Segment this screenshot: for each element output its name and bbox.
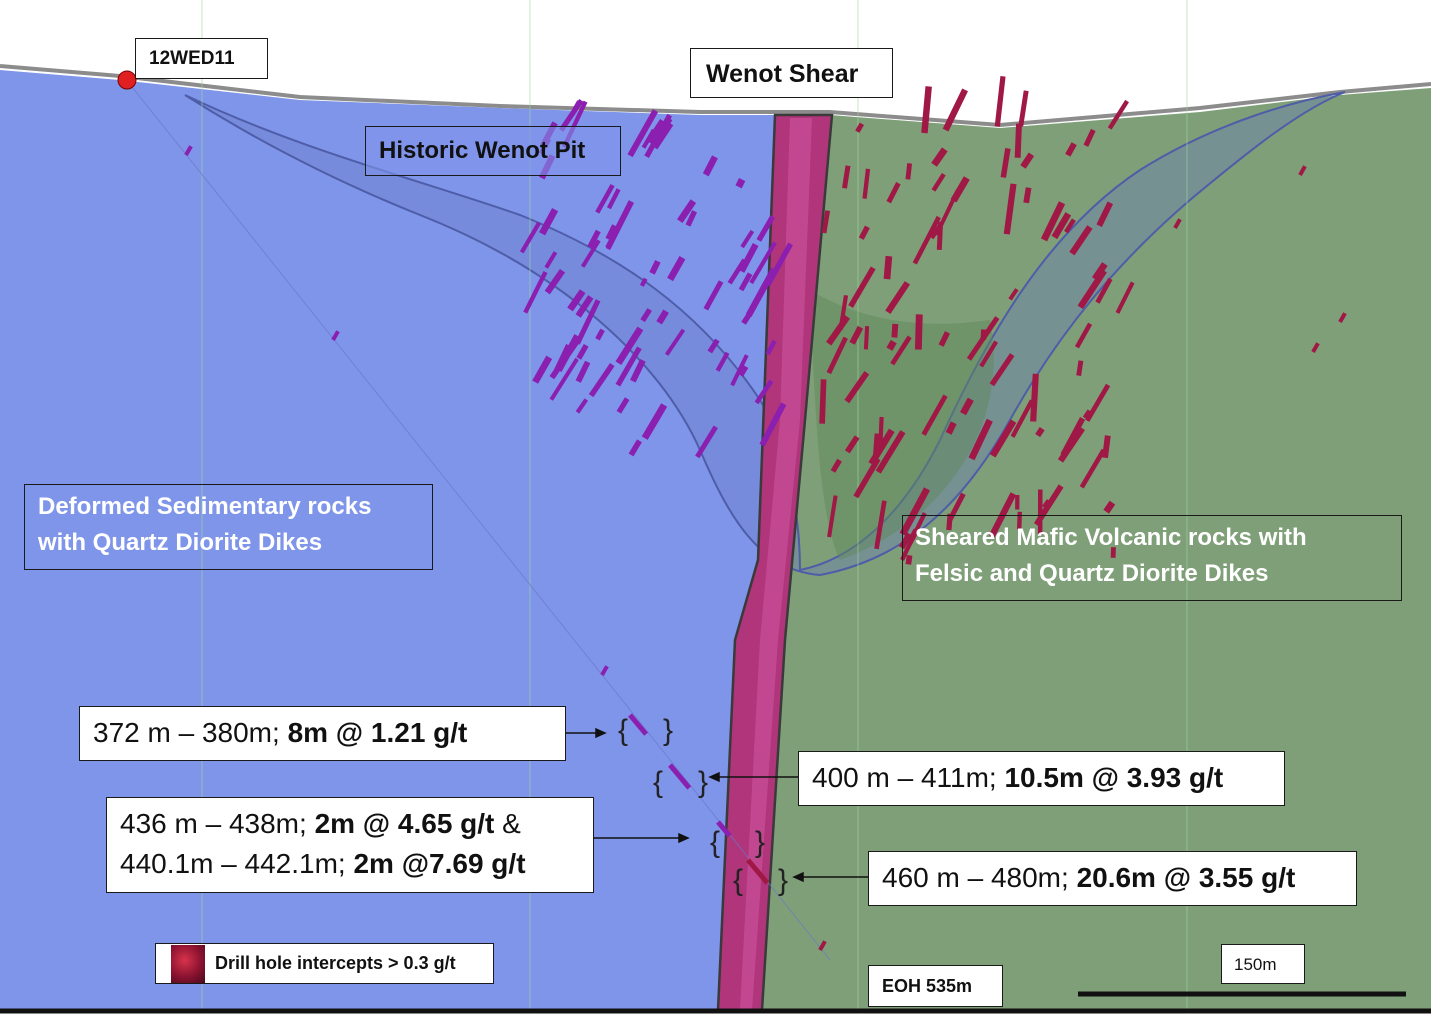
legend-box: Drill hole intercepts > 0.3 g/t bbox=[155, 943, 494, 984]
legend-swatch bbox=[171, 944, 205, 983]
volcanic-label-line-1: Sheared Mafic Volcanic rocks with bbox=[915, 524, 1307, 551]
scale-text: 150m bbox=[1234, 955, 1277, 974]
pit-name: Historic Wenot Pit bbox=[379, 137, 586, 164]
intercept-5-result: 20.6m @ 3.55 g/t bbox=[1076, 862, 1296, 893]
sedimentary-label-line-2: with Quartz Diorite Dikes bbox=[38, 528, 323, 556]
sedimentary-label-line-1: Deformed Sedimentary rocks bbox=[38, 493, 372, 520]
intercept-callout-3: 436 m – 438m; 2m @ 4.65 g/t & 440.1m – 4… bbox=[106, 797, 594, 893]
cross-section-figure: {} {} {} {} 12WED11 Wenot Shear Historic… bbox=[0, 0, 1431, 1014]
sedimentary-domain-label: Deformed Sedimentary rocks with Quartz D… bbox=[24, 484, 433, 570]
intercept-segment bbox=[842, 165, 851, 189]
intercept-segment bbox=[1014, 123, 1022, 158]
intercept-segment bbox=[735, 178, 746, 189]
intercept-3-result: 2m @ 4.65 g/t bbox=[314, 808, 495, 839]
intercept-segment bbox=[1023, 187, 1032, 204]
svg-text:{: { bbox=[653, 766, 663, 799]
intercept-segment bbox=[1102, 435, 1111, 459]
svg-text:}: } bbox=[698, 766, 708, 799]
intercept-callout-5: 460 m – 480m; 20.6m @ 3.55 g/t bbox=[868, 851, 1357, 906]
intercept-segment bbox=[905, 163, 912, 180]
intercept-2-result: 10.5m @ 3.93 g/t bbox=[1004, 762, 1224, 793]
legend-label: Drill hole intercepts > 0.3 g/t bbox=[215, 952, 456, 973]
svg-text:{: { bbox=[710, 826, 720, 859]
intercept-2-range: 400 m – 411m; bbox=[812, 762, 1005, 793]
volcanic-label-line-2: Felsic and Quartz Diorite Dikes bbox=[915, 559, 1269, 587]
intercept-segment bbox=[891, 323, 899, 338]
svg-text:}: } bbox=[778, 864, 788, 897]
intercept-segment bbox=[819, 379, 827, 424]
svg-text:}: } bbox=[663, 714, 673, 747]
svg-text:{: { bbox=[733, 864, 743, 897]
intercept-segment bbox=[945, 421, 957, 435]
svg-text:}: } bbox=[755, 826, 765, 859]
shear-name: Wenot Shear bbox=[706, 60, 859, 88]
pit-label: Historic Wenot Pit bbox=[365, 126, 621, 176]
intercept-4-line: 440.1m – 442.1m; 2m @7.69 g/t bbox=[120, 847, 593, 881]
intercept-segment bbox=[883, 255, 893, 280]
drill-hole-id-label: 12WED11 bbox=[135, 38, 268, 79]
intercept-segment bbox=[914, 314, 923, 350]
intercept-3-suffix: & bbox=[494, 808, 521, 839]
intercept-1-range: 372 m – 380m; bbox=[93, 717, 288, 748]
intercept-segment bbox=[1030, 373, 1039, 422]
intercept-1-result: 8m @ 1.21 g/t bbox=[287, 717, 468, 748]
drill-collar-marker bbox=[117, 70, 137, 90]
volcanic-domain-label: Sheared Mafic Volcanic rocks with Felsic… bbox=[902, 515, 1402, 601]
shear-label: Wenot Shear bbox=[690, 48, 893, 98]
svg-text:{: { bbox=[618, 714, 628, 747]
drill-hole-id: 12WED11 bbox=[149, 48, 235, 69]
intercept-callout-2: 400 m – 411m; 10.5m @ 3.93 g/t bbox=[798, 751, 1285, 806]
scale-label: 150m bbox=[1221, 944, 1305, 984]
eoh-text: EOH 535m bbox=[882, 976, 973, 996]
intercept-3-line: 436 m – 438m; 2m @ 4.65 g/t & bbox=[120, 807, 593, 841]
intercept-4-result: 2m @7.69 g/t bbox=[353, 847, 526, 879]
intercept-segment bbox=[886, 339, 897, 351]
eoh-label: EOH 535m bbox=[868, 965, 1003, 1007]
intercept-callout-1: 372 m – 380m; 8m @ 1.21 g/t bbox=[79, 706, 566, 761]
intercept-segment bbox=[1076, 360, 1084, 376]
intercept-segment bbox=[863, 325, 870, 350]
intercept-segment bbox=[921, 86, 932, 134]
intercept-5-range: 460 m – 480m; bbox=[882, 862, 1077, 893]
intercept-3-range: 436 m – 438m; bbox=[120, 808, 315, 839]
intercept-segment bbox=[1035, 427, 1045, 438]
intercept-4-range: 440.1m – 442.1m; bbox=[120, 847, 354, 879]
